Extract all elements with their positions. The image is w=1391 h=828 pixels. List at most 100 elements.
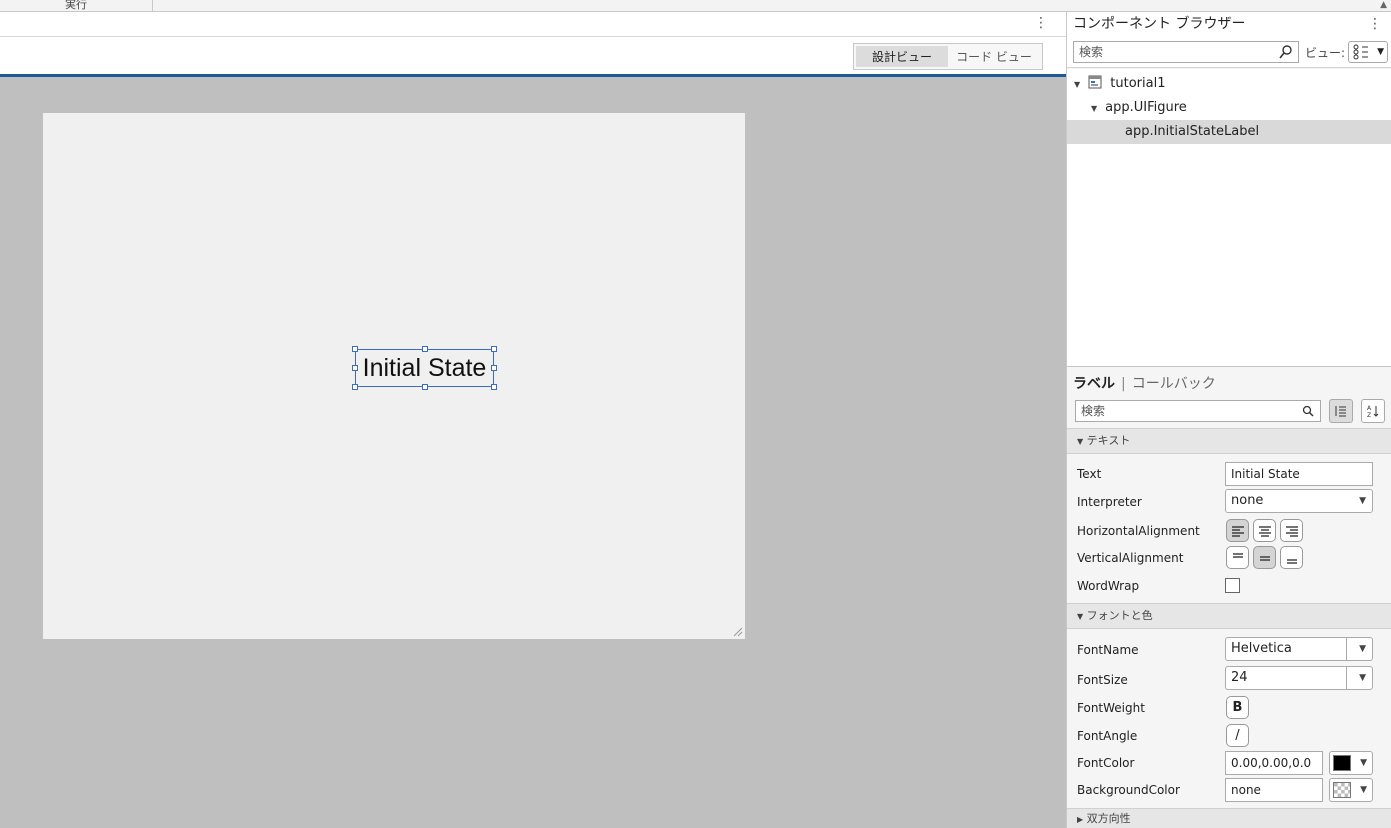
color-swatch — [1333, 755, 1351, 771]
fontsize-dropdown[interactable]: 24 ▼ — [1225, 666, 1373, 690]
valign-middle-icon — [1259, 555, 1270, 561]
align-right-icon — [1285, 525, 1298, 537]
chevron-down-icon: ▼ — [1359, 673, 1366, 683]
fontcolor-field[interactable]: 0.00,0.00,0.0 — [1225, 751, 1323, 775]
chevron-down-icon: ▼ — [1359, 644, 1366, 654]
fontname-value: Helvetica — [1231, 641, 1292, 656]
component-browser-title: コンポーネント ブラウザー ⋮ — [1067, 12, 1391, 36]
align-center-button[interactable] — [1253, 519, 1276, 542]
valign-middle-button[interactable] — [1253, 546, 1276, 569]
resize-handle[interactable] — [352, 384, 358, 390]
section-title: テキスト — [1086, 434, 1131, 447]
align-right-button[interactable] — [1280, 519, 1303, 542]
resize-handle[interactable] — [491, 346, 497, 352]
prop-label-wordwrap: WordWrap — [1077, 579, 1140, 593]
expand-triangle-icon: ▶ — [1077, 815, 1084, 824]
code-view-button[interactable]: コード ビュー — [948, 46, 1040, 67]
tree-item-label: tutorial1 — [1110, 76, 1166, 91]
search-icon — [1279, 45, 1292, 59]
bgcolor-field[interactable]: none — [1225, 778, 1323, 802]
resize-handle[interactable] — [422, 384, 428, 390]
section-text[interactable]: ▼ テキスト — [1067, 428, 1391, 454]
component-browser-title-text: コンポーネント ブラウザー — [1073, 16, 1246, 32]
prop-label-fontweight: FontWeight — [1077, 701, 1145, 715]
chevron-down-icon: ▼ — [1359, 496, 1366, 506]
resize-handle[interactable] — [491, 365, 497, 371]
group-by-category-button[interactable] — [1329, 399, 1353, 423]
fontname-dropdown[interactable]: Helvetica ▼ — [1225, 637, 1373, 661]
ui-figure-canvas[interactable]: Initial State — [43, 113, 745, 639]
section-bidi[interactable]: ▶ 双方向性 — [1067, 808, 1391, 828]
expand-triangle-icon[interactable]: ▼ — [1091, 97, 1101, 121]
initial-state-label[interactable]: Initial State — [352, 346, 497, 390]
property-inspector: ラベル | コールバック 検索 A Z ▼ テキスト Text Initial … — [1067, 367, 1391, 828]
tab-callbacks[interactable]: コールバック — [1132, 376, 1216, 392]
prop-label-halign: HorizontalAlignment — [1077, 524, 1200, 538]
section-title: 双方向性 — [1086, 812, 1131, 825]
tree-item[interactable]: ▼ app.UIFigure — [1067, 96, 1391, 120]
more-options-icon[interactable]: ⋮ — [1034, 15, 1048, 31]
top-strip: 実行 ▲ — [0, 0, 1391, 12]
fontsize-value: 24 — [1231, 670, 1248, 685]
editor-toolbar: 設計ビュー コード ビュー — [0, 37, 1066, 77]
valign-top-icon — [1232, 552, 1243, 558]
component-search-input[interactable]: 検索 — [1073, 41, 1299, 63]
component-browser-toolbar: 検索 ビュー: ▼ — [1067, 36, 1391, 68]
tree-item[interactable]: app.InitialStateLabel — [1067, 120, 1391, 144]
interpreter-value: none — [1231, 493, 1264, 508]
collapse-up-icon[interactable]: ▲ — [1380, 0, 1387, 10]
resize-handle[interactable] — [352, 365, 358, 371]
prop-label-fontangle: FontAngle — [1077, 729, 1138, 743]
inspector-tabs: ラベル | コールバック — [1073, 373, 1216, 393]
design-editor: ⋮ 設計ビュー コード ビュー Initial State — [0, 12, 1066, 828]
section-title: フォントと色 — [1086, 609, 1153, 622]
italic-button[interactable]: / — [1226, 724, 1249, 747]
tree-item[interactable]: ▼ tutorial1 — [1067, 72, 1391, 96]
run-tab[interactable]: 実行 — [0, 0, 153, 12]
resize-handle[interactable] — [422, 346, 428, 352]
interpreter-dropdown[interactable]: none ▼ — [1225, 489, 1373, 513]
text-field[interactable]: Initial State — [1225, 462, 1373, 486]
valign-bottom-icon — [1286, 558, 1297, 564]
resize-handle[interactable] — [352, 346, 358, 352]
collapse-triangle-icon: ▼ — [1077, 437, 1084, 446]
valign-bottom-button[interactable] — [1280, 546, 1303, 569]
component-search-placeholder: 検索 — [1079, 45, 1104, 59]
prop-label-interpreter: Interpreter — [1077, 495, 1142, 509]
tree-item-label: app.InitialStateLabel — [1125, 124, 1260, 139]
sort-alphabetical-button[interactable]: A Z — [1361, 399, 1385, 423]
wordwrap-checkbox[interactable] — [1225, 578, 1240, 593]
bold-button[interactable]: B — [1226, 696, 1249, 719]
property-search-placeholder: 検索 — [1081, 404, 1106, 418]
bgcolor-picker[interactable]: ▼ — [1329, 778, 1373, 802]
svg-text:Z: Z — [1367, 412, 1371, 418]
dropdown-divider — [1346, 667, 1347, 689]
sort-az-icon: A Z — [1367, 405, 1379, 418]
tab-label[interactable]: ラベル — [1073, 376, 1115, 392]
app-icon — [1088, 75, 1102, 89]
prop-label-fontsize: FontSize — [1077, 673, 1128, 687]
prop-label-fontname: FontName — [1077, 643, 1139, 657]
resize-grip-icon[interactable] — [731, 625, 743, 637]
prop-label-bgcolor: BackgroundColor — [1077, 783, 1180, 797]
align-left-button[interactable] — [1226, 519, 1249, 542]
view-label: ビュー: — [1305, 46, 1346, 60]
valign-top-button[interactable] — [1226, 546, 1249, 569]
expand-triangle-icon[interactable]: ▼ — [1074, 73, 1084, 97]
tree-item-label: app.UIFigure — [1105, 100, 1187, 115]
property-search-input[interactable]: 検索 — [1075, 400, 1321, 422]
align-center-icon — [1258, 525, 1271, 537]
fontcolor-picker[interactable]: ▼ — [1329, 751, 1373, 775]
section-font[interactable]: ▼ フォントと色 — [1067, 603, 1391, 629]
resize-handle[interactable] — [491, 384, 497, 390]
view-dropdown[interactable]: ▼ — [1348, 41, 1388, 63]
more-options-icon[interactable]: ⋮ — [1368, 12, 1382, 36]
editor-header: ⋮ — [0, 12, 1066, 37]
collapse-triangle-icon: ▼ — [1077, 612, 1084, 621]
component-tree: ▼ tutorial1 ▼ app.UIFigure app.InitialSt… — [1067, 69, 1391, 367]
design-view-button[interactable]: 設計ビュー — [856, 46, 948, 67]
dropdown-divider — [1346, 638, 1347, 660]
initial-state-label-text: Initial State — [362, 353, 487, 382]
prop-label-fontcolor: FontColor — [1077, 756, 1135, 770]
svg-text:A: A — [1367, 405, 1372, 412]
